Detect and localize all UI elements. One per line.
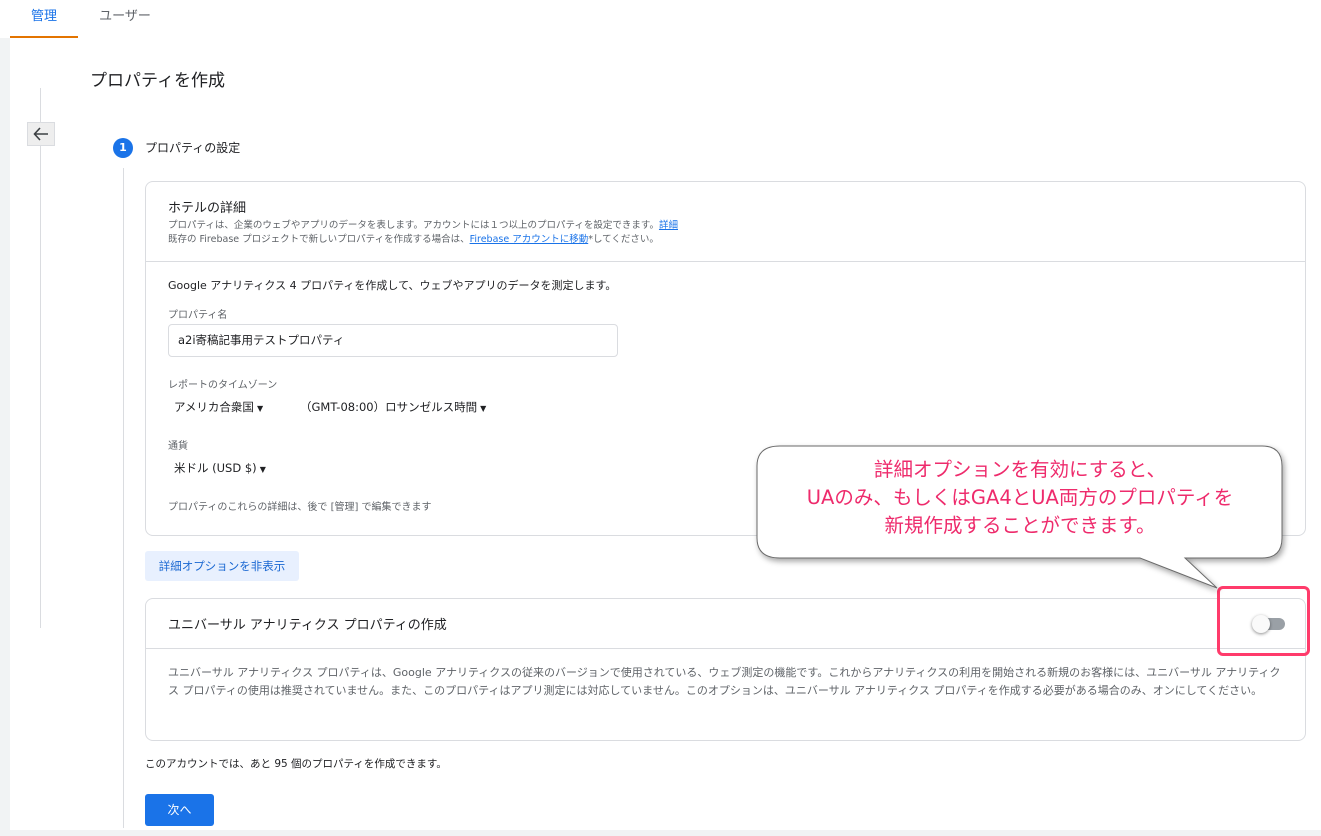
callout-line-2: UAのみ、もしくはGA4とUA両方のプロパティを (806, 486, 1234, 509)
callout-text: 詳細オプションを有効にすると、 UAのみ、もしくはGA4とUA両方のプロパティを… (760, 456, 1280, 540)
callout-line-1: 詳細オプションを有効にすると、 (874, 458, 1166, 481)
callout-bubble (756, 445, 1283, 589)
callout-line-3: 新規作成することができます。 (884, 514, 1156, 537)
